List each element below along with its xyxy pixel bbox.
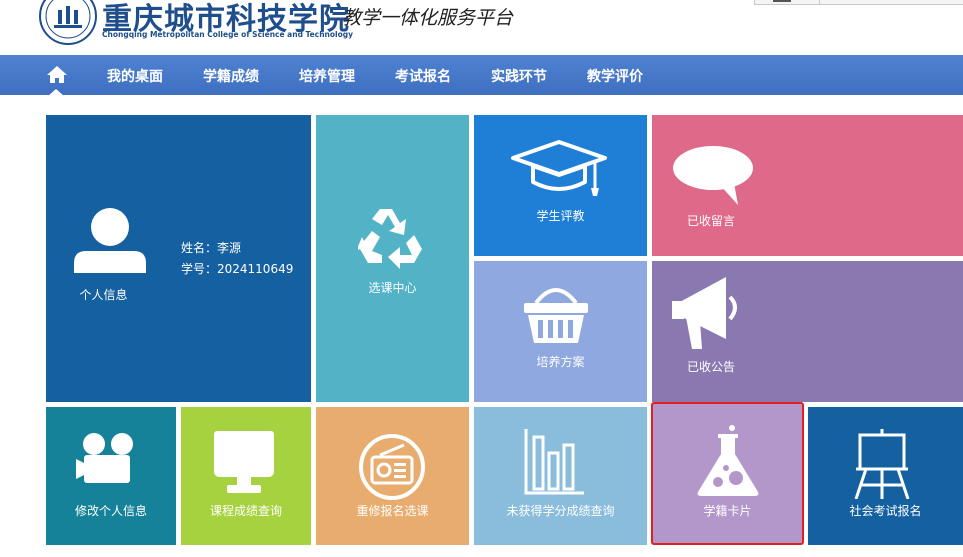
tile-student-evaluation[interactable]: 学生评教 [474, 115, 647, 256]
nav-item-status-grades[interactable]: 学籍成绩 [203, 66, 259, 86]
tile-profile-label: 个人信息 [79, 288, 128, 302]
tile-received-messages[interactable]: 已收留言 [652, 115, 963, 256]
desk-lamp-icon [214, 431, 274, 493]
speech-bubble-icon [673, 146, 753, 205]
nav-active-caret [48, 89, 64, 96]
college-logo[interactable]: 重庆城市科技学院 Chongqing Metropolitan College … [38, 0, 353, 48]
tile-student-card-label: 学籍卡片 [703, 504, 752, 518]
top-right-toolbar[interactable] [754, 0, 963, 5]
nav-item-training-management[interactable]: 培养管理 [299, 66, 355, 86]
tile-training-plan[interactable]: 培养方案 [474, 261, 647, 402]
easel-icon [854, 429, 910, 499]
toolbar-divider [819, 0, 820, 4]
tile-received-notices-label: 已收公告 [686, 360, 735, 374]
tile-course-selection[interactable]: 选课中心 [316, 115, 469, 402]
tile-edit-profile-label: 修改个人信息 [74, 504, 147, 518]
college-name-en: Chongqing Metropolitan College of Scienc… [102, 30, 354, 39]
main-nav: 我的桌面 学籍成绩 培养管理 考试报名 实践环节 教学评价 [0, 55, 963, 96]
nav-item-exam-registration[interactable]: 考试报名 [395, 66, 451, 86]
tile-received-messages-label: 已收留言 [686, 214, 735, 228]
college-seal-icon [39, 0, 97, 45]
tile-received-notices[interactable]: 已收公告 [652, 261, 963, 402]
tile-retake-registration-label: 重修报名选课 [356, 504, 429, 518]
profile-name: 姓名：李源 [181, 241, 242, 255]
tile-grade-query-label: 课程成绩查询 [209, 504, 282, 518]
nav-item-practice[interactable]: 实践环节 [491, 66, 547, 86]
radio-icon [359, 434, 425, 500]
tile-training-plan-label: 培养方案 [536, 355, 585, 369]
graduation-cap-icon [511, 140, 607, 196]
tile-retake-registration[interactable]: 重修报名选课 [316, 407, 469, 545]
video-camera-icon [76, 433, 133, 483]
tile-grade-query[interactable]: 课程成绩查询 [181, 407, 311, 545]
bar-chart-icon [524, 429, 584, 495]
user-avatar-icon [773, 0, 791, 2]
tile-edit-profile[interactable]: 修改个人信息 [46, 407, 176, 545]
profile-student-id: 学号：2024110649 [181, 262, 294, 276]
tile-profile[interactable]: 个人信息 姓名：李源 学号：2024110649 [46, 115, 311, 402]
tile-uncredited-grades-label: 未获得学分成绩查询 [506, 504, 615, 518]
tile-course-selection-label: 选课中心 [368, 281, 417, 295]
tile-uncredited-grades[interactable]: 未获得学分成绩查询 [474, 407, 647, 545]
platform-title: 教学一体化服务平台 [342, 7, 514, 29]
nav-item-my-desktop[interactable]: 我的桌面 [107, 66, 163, 86]
nav-item-teaching-evaluation[interactable]: 教学评价 [587, 66, 643, 86]
tile-student-evaluation-label: 学生评教 [536, 209, 585, 223]
basket-icon [524, 288, 588, 343]
recycle-icon [358, 209, 422, 269]
tile-student-card[interactable]: 学籍卡片 [652, 404, 803, 544]
tile-social-exam-registration-label: 社会考试报名 [849, 504, 922, 518]
flask-icon [697, 425, 759, 496]
megaphone-icon [672, 277, 737, 349]
header: 重庆城市科技学院 Chongqing Metropolitan College … [0, 0, 963, 55]
tile-social-exam-registration[interactable]: 社会考试报名 [808, 407, 963, 545]
user-icon [74, 208, 146, 273]
